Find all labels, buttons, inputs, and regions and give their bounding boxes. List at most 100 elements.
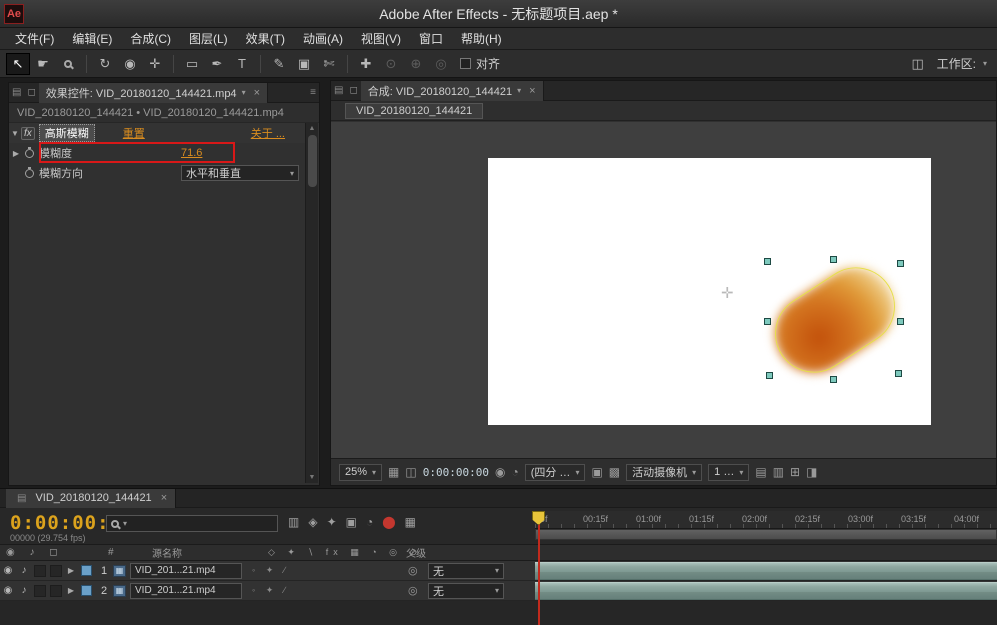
camera-tool-icon[interactable]: ◉ bbox=[118, 53, 142, 75]
motion-blur-icon[interactable]: ◔ bbox=[366, 515, 373, 529]
effect-controls-tab[interactable]: 效果控件: VID_20180120_144421.mp4 ▾ × bbox=[39, 83, 268, 103]
lock-icon[interactable]: ◻ bbox=[349, 85, 357, 96]
resolution-select[interactable]: (四分 … ▾ bbox=[525, 464, 586, 481]
solo-toggle[interactable] bbox=[34, 585, 46, 597]
reset-link[interactable]: 重置 bbox=[123, 125, 145, 141]
zoom-select[interactable]: 25% ▾ bbox=[339, 464, 382, 481]
selection-tool-icon[interactable]: ↖ bbox=[6, 53, 30, 75]
menu-view[interactable]: 视图(V) bbox=[352, 30, 410, 47]
audio-icon[interactable]: ♪ bbox=[16, 585, 32, 596]
parent-pickwhip-icon[interactable]: ◎ bbox=[408, 584, 418, 597]
about-link[interactable]: 关于 ... bbox=[251, 125, 285, 141]
selection-handle-br[interactable] bbox=[895, 370, 902, 377]
layer-duration-bar[interactable] bbox=[535, 562, 997, 580]
workspace-icon[interactable]: ◫ bbox=[906, 53, 930, 75]
collapse-triangle-icon[interactable]: ▼ bbox=[9, 129, 21, 138]
snap-checkbox[interactable] bbox=[460, 58, 471, 69]
blur-direction-select[interactable]: 水平和垂直 ▾ bbox=[181, 165, 299, 181]
menu-layer[interactable]: 图层(L) bbox=[180, 30, 237, 47]
lock-toggle[interactable] bbox=[50, 565, 62, 577]
comp-timecode[interactable]: 0:00:00:00 bbox=[423, 466, 489, 479]
panel-menu-icon[interactable]: ≡ bbox=[310, 87, 316, 98]
camera-select[interactable]: 活动摄像机 ▾ bbox=[626, 464, 702, 481]
menu-effect[interactable]: 效果(T) bbox=[237, 30, 294, 47]
eye-icon[interactable]: ◉ bbox=[0, 585, 16, 596]
layer-duration-bar[interactable] bbox=[535, 582, 997, 600]
selection-handle-tm[interactable] bbox=[830, 256, 837, 263]
expander-triangle-icon[interactable]: ▶ bbox=[64, 566, 78, 575]
hand-tool-icon[interactable]: ☛ bbox=[31, 53, 55, 75]
menu-file[interactable]: 文件(F) bbox=[6, 30, 63, 47]
menu-composition[interactable]: 合成(C) bbox=[121, 30, 180, 47]
layer-name[interactable]: VID_201...21.mp4 bbox=[130, 563, 242, 579]
scroll-down-icon[interactable]: ▼ bbox=[306, 474, 318, 481]
close-icon[interactable]: × bbox=[529, 85, 535, 97]
draft-3d-icon[interactable]: ◈ bbox=[308, 515, 317, 529]
lock-icon[interactable]: ◻ bbox=[27, 87, 35, 98]
layer-row-2[interactable]: ◉ ♪ ▶ 2 ▦ VID_201...21.mp4 ◦ ✦ ∕ ◎ 无 ▾ bbox=[0, 581, 997, 601]
timeline-tab[interactable]: ▤ VID_20180120_144421 × bbox=[6, 489, 176, 508]
menu-edit[interactable]: 编辑(E) bbox=[63, 30, 121, 47]
live-update-icon[interactable]: ⬤ bbox=[382, 515, 395, 529]
grid-guides-icon[interactable]: ▦ bbox=[388, 465, 399, 479]
menu-help[interactable]: 帮助(H) bbox=[452, 30, 511, 47]
label-color-chip[interactable] bbox=[81, 585, 92, 596]
frame-blend-icon[interactable]: ▣ bbox=[346, 515, 357, 529]
timeline-button-icon[interactable]: ⊞ bbox=[790, 465, 800, 479]
selection-handle-ml[interactable] bbox=[764, 318, 771, 325]
current-time-indicator-line[interactable] bbox=[538, 511, 540, 625]
parent-select[interactable]: 无 ▾ bbox=[428, 563, 504, 579]
shape-tool-icon[interactable]: ▭ bbox=[180, 53, 204, 75]
layer-row-1[interactable]: ◉ ♪ ▶ 1 ▦ VID_201...21.mp4 ◦ ✦ ∕ ◎ 无 ▾ bbox=[0, 561, 997, 581]
text-tool-icon[interactable]: T bbox=[230, 53, 254, 75]
transparency-grid-icon[interactable]: ▩ bbox=[609, 465, 620, 479]
param-row-direction[interactable]: 模糊方向 水平和垂直 ▾ bbox=[9, 163, 319, 183]
pixel-aspect-icon[interactable]: ▤ bbox=[755, 465, 766, 479]
selection-handle-bm[interactable] bbox=[830, 376, 837, 383]
time-ruler[interactable]: 0f 00:15f 01:00f 01:15f 02:00f 02:15f 03… bbox=[535, 511, 997, 529]
composition-mini-flowchart-icon[interactable]: ▥ bbox=[288, 515, 299, 529]
clone-stamp-tool-icon[interactable]: ▣ bbox=[292, 53, 316, 75]
rotation-tool-icon[interactable]: ↻ bbox=[93, 53, 117, 75]
view-layout-select[interactable]: 1 … ▾ bbox=[708, 464, 749, 481]
selected-layer-shape[interactable] bbox=[767, 261, 907, 381]
roto-brush-tool-icon[interactable]: ✚ bbox=[354, 53, 378, 75]
parent-pickwhip-icon[interactable]: ◎ bbox=[408, 564, 418, 577]
scrollbar[interactable]: ▲ ▼ bbox=[305, 123, 318, 483]
composition-tab[interactable]: 合成: VID_20180120_144421 ▾ × bbox=[361, 81, 544, 101]
expander-triangle-icon[interactable]: ▶ bbox=[9, 149, 23, 158]
param-row-blurriness[interactable]: ▶ 模糊度 71.6 bbox=[9, 143, 319, 163]
param-blur-value[interactable]: 71.6 bbox=[181, 147, 202, 159]
mask-outline[interactable] bbox=[760, 252, 910, 387]
viewer-tab[interactable]: VID_20180120_144421 bbox=[345, 103, 483, 119]
solo-toggle[interactable] bbox=[34, 565, 46, 577]
parent-column-header[interactable]: 父级 bbox=[406, 545, 426, 560]
selection-handle-bl[interactable] bbox=[766, 372, 773, 379]
layer-switches[interactable]: ◦ ✦ ∕ bbox=[252, 565, 289, 576]
search-input[interactable]: ▾ bbox=[106, 515, 278, 532]
puppet-starch-tool-icon[interactable]: ◎ bbox=[429, 53, 453, 75]
menu-animation[interactable]: 动画(A) bbox=[294, 30, 352, 47]
selection-handle-tl[interactable] bbox=[764, 258, 771, 265]
workspace-label[interactable]: 工作区: bbox=[937, 55, 976, 72]
selection-handle-tr[interactable] bbox=[897, 260, 904, 267]
stopwatch-icon[interactable] bbox=[25, 169, 34, 178]
close-icon[interactable]: × bbox=[161, 492, 167, 504]
mask-visibility-icon[interactable]: ◫ bbox=[405, 465, 416, 479]
source-name-column-header[interactable]: 源名称 bbox=[152, 545, 182, 560]
zoom-tool-icon[interactable] bbox=[56, 53, 80, 75]
puppet-pin-tool-icon[interactable]: ⊙ bbox=[379, 53, 403, 75]
close-icon[interactable]: × bbox=[254, 87, 260, 99]
show-channel-icon[interactable]: ◔ bbox=[511, 465, 518, 479]
scrollbar-thumb[interactable] bbox=[308, 135, 317, 187]
graph-editor-icon[interactable]: ▦ bbox=[405, 515, 416, 529]
layer-name[interactable]: VID_201...21.mp4 bbox=[130, 583, 242, 599]
hide-shy-layers-icon[interactable]: ✦ bbox=[327, 515, 337, 529]
eraser-tool-icon[interactable]: ✄ bbox=[317, 53, 341, 75]
effect-name[interactable]: 高斯模糊 bbox=[39, 124, 95, 142]
region-of-interest-icon[interactable]: ▣ bbox=[591, 465, 602, 479]
audio-icon[interactable]: ♪ bbox=[16, 565, 32, 576]
stopwatch-icon[interactable] bbox=[25, 149, 34, 158]
pen-tool-icon[interactable]: ✒ bbox=[205, 53, 229, 75]
effect-row[interactable]: ▼ fx 高斯模糊 重置 关于 ... bbox=[9, 123, 319, 143]
